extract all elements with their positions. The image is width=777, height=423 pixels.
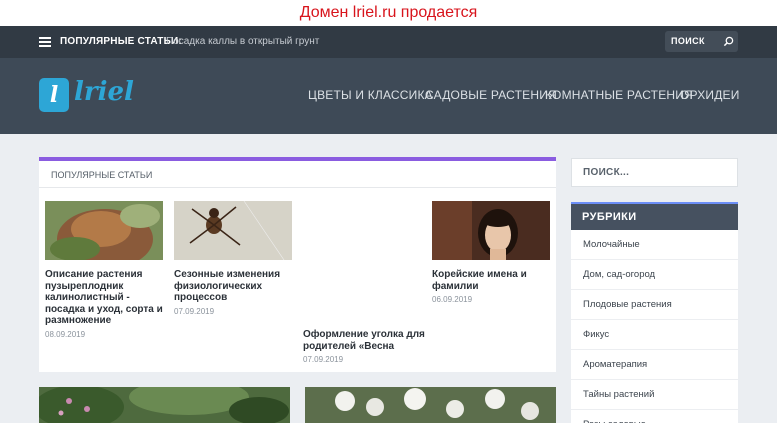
article-thumbnail[interactable] (174, 201, 292, 260)
article-title[interactable]: Описание растения пузыреплодник калиноли… (45, 269, 163, 327)
nav-orchids[interactable]: ОРХИДЕИ (680, 88, 740, 102)
nav-flowers[interactable]: ЦВЕТЫ И КЛАССИКА (308, 88, 433, 102)
article-thumbnail[interactable] (45, 201, 163, 260)
article-card[interactable]: Сезонные изменения физиологических проце… (174, 201, 292, 316)
article-title[interactable]: Сезонные изменения физиологических проце… (174, 269, 292, 304)
domain-sale-banner[interactable]: Домен lriel.ru продается (0, 0, 777, 26)
logo-text: lriel (74, 77, 134, 107)
top-search-label: ПОИСК (671, 36, 705, 46)
top-search-box[interactable]: ПОИСК (665, 31, 738, 52)
rubric-item[interactable]: Дом, сад-огород (571, 260, 738, 290)
article-title[interactable]: Корейские имена и фамилии (432, 269, 550, 292)
search-icon[interactable] (723, 36, 734, 47)
nav-garden-plants[interactable]: САДОВЫЕ РАСТЕНИЯ (425, 88, 557, 102)
rubric-item[interactable]: Фикус (571, 320, 738, 350)
featured-article-image[interactable] (305, 387, 556, 423)
domain-sale-text[interactable]: Домен lriel.ru продается (300, 4, 478, 21)
site-header: l lriel ЦВЕТЫ И КЛАССИКА САДОВЫЕ РАСТЕНИ… (0, 58, 777, 134)
article-date: 07.09.2019 (174, 306, 215, 316)
article-title[interactable]: Оформление уголка для родителей «Весна (303, 329, 428, 352)
rubrics-header: РУБРИКИ (571, 202, 738, 230)
sidebar-search-input[interactable]: ПОИСК... (571, 158, 738, 187)
article-thumbnail[interactable] (432, 201, 550, 260)
article-card[interactable]: Описание растения пузыреплодник калиноли… (45, 201, 163, 339)
article-date: 07.09.2019 (303, 355, 344, 364)
popular-articles-panel: ПОПУЛЯРНЫЕ СТАТЬИ Описание растения пузы… (39, 157, 556, 372)
rubric-item[interactable]: Молочайные (571, 230, 738, 260)
panel-divider (39, 187, 556, 188)
top-bar: ПОПУЛЯРНЫЕ СТАТЬИ: Посадка каллы в откры… (0, 26, 777, 58)
nav-indoor-plants[interactable]: КОМНАТНЫЕ РАСТЕНИЯ (545, 88, 693, 102)
rubrics-list: Молочайные Дом, сад-огород Плодовые раст… (571, 230, 738, 423)
site-logo[interactable]: l lriel (39, 76, 139, 116)
featured-article-image[interactable] (39, 387, 290, 423)
logo-badge: l (39, 78, 69, 112)
article-date: 06.09.2019 (432, 295, 473, 304)
rubric-item[interactable]: Ароматерапия (571, 350, 738, 380)
rubric-item[interactable]: Плодовые растения (571, 290, 738, 320)
sidebar-search-placeholder: ПОИСК... (583, 167, 630, 178)
article-card[interactable]: Корейские имена и фамилии 06.09.2019 (432, 201, 550, 304)
rubric-item[interactable]: Розы садовые (571, 410, 738, 423)
popular-article-link[interactable]: Посадка каллы в открытый грунт (166, 26, 319, 58)
panel-title: ПОПУЛЯРНЫЕ СТАТЬИ (51, 170, 153, 180)
rubric-item[interactable]: Тайны растений (571, 380, 738, 410)
popular-articles-label: ПОПУЛЯРНЫЕ СТАТЬИ: (60, 36, 182, 47)
article-date: 08.09.2019 (45, 329, 86, 339)
hamburger-menu-icon[interactable] (39, 37, 51, 47)
rubrics-title: РУБРИКИ (582, 211, 637, 223)
article-card[interactable]: Оформление уголка для родителей «Весна 0… (303, 329, 428, 364)
